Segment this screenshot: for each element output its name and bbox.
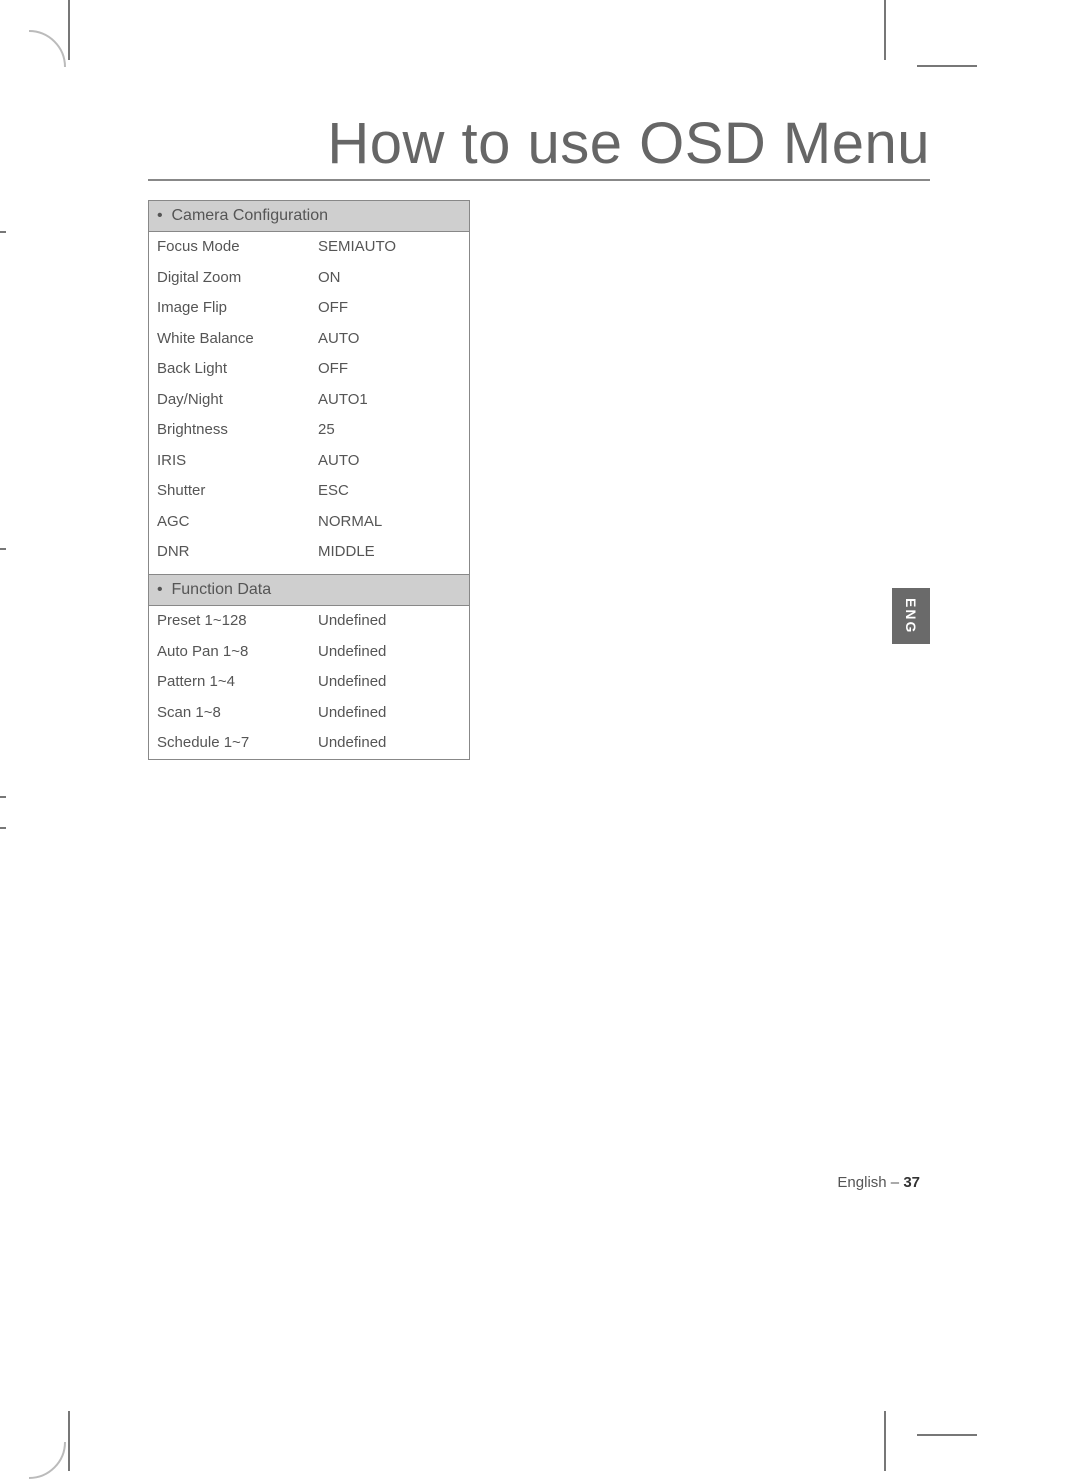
crop-mark <box>68 0 70 60</box>
row-key: Back Light <box>149 354 310 385</box>
table-row: Image FlipOFF <box>149 293 469 324</box>
table-row: White BalanceAUTO <box>149 324 469 355</box>
bullet-icon: • <box>157 581 172 598</box>
row-key: DNR <box>149 537 310 568</box>
crop-mark <box>0 796 6 798</box>
row-key: Scan 1~8 <box>149 698 310 729</box>
table-row: Brightness25 <box>149 415 469 446</box>
language-tab: ENG <box>892 588 930 644</box>
row-key: Auto Pan 1~8 <box>149 637 310 668</box>
row-key: Brightness <box>149 415 310 446</box>
page: How to use OSD Menu • Camera Configurati… <box>0 0 1080 1471</box>
table-row: Pattern 1~4Undefined <box>149 667 469 698</box>
row-key: Focus Mode <box>149 232 310 263</box>
row-value: OFF <box>310 293 469 324</box>
row-value: Undefined <box>310 698 469 729</box>
crop-arc <box>0 30 66 104</box>
row-value: SEMIAUTO <box>310 232 469 263</box>
page-title-rule: How to use OSD Menu <box>148 110 930 181</box>
row-value: Undefined <box>310 667 469 698</box>
bullet-icon: • <box>157 207 172 224</box>
table-header-text: Camera Configuration <box>172 207 329 224</box>
table-row: AGCNORMAL <box>149 507 469 538</box>
row-key: Pattern 1~4 <box>149 667 310 698</box>
crop-mark <box>68 1411 70 1471</box>
table-row: Focus ModeSEMIAUTO <box>149 232 469 263</box>
table-row: Preset 1~128Undefined <box>149 606 469 637</box>
row-value: MIDDLE <box>310 537 469 568</box>
table-row: ShutterESC <box>149 476 469 507</box>
row-value: AUTO <box>310 446 469 477</box>
row-value: Undefined <box>310 637 469 668</box>
row-key: Shutter <box>149 476 310 507</box>
row-key: IRIS <box>149 446 310 477</box>
footer-language: English <box>837 1174 886 1191</box>
table-header-text: Function Data <box>172 581 272 598</box>
row-value: Undefined <box>310 728 469 759</box>
table-header: • Camera Configuration <box>149 201 469 232</box>
crop-mark <box>0 231 6 233</box>
row-value: ON <box>310 263 469 294</box>
footer-page-number: 37 <box>903 1174 920 1191</box>
language-tab-text: ENG <box>903 598 919 634</box>
camera-config-table: • Camera Configuration Focus ModeSEMIAUT… <box>148 200 470 599</box>
row-key: Image Flip <box>149 293 310 324</box>
crop-mark <box>0 548 6 550</box>
row-key: White Balance <box>149 324 310 355</box>
crop-arc <box>0 1405 66 1479</box>
row-key: Digital Zoom <box>149 263 310 294</box>
row-key: Day/Night <box>149 385 310 416</box>
function-data-table: • Function Data Preset 1~128UndefinedAut… <box>148 574 470 760</box>
table-header: • Function Data <box>149 575 469 606</box>
table-row: Day/NightAUTO1 <box>149 385 469 416</box>
row-value: Undefined <box>310 606 469 637</box>
row-value: ESC <box>310 476 469 507</box>
table-row: Digital ZoomON <box>149 263 469 294</box>
table-row: Scan 1~8Undefined <box>149 698 469 729</box>
page-title: How to use OSD Menu <box>327 111 930 176</box>
page-footer: English – 37 <box>837 1174 920 1191</box>
row-value: 25 <box>310 415 469 446</box>
crop-mark <box>884 1411 886 1471</box>
row-value: AUTO <box>310 324 469 355</box>
crop-mark <box>917 1434 977 1436</box>
row-value: OFF <box>310 354 469 385</box>
crop-mark <box>0 827 6 829</box>
table-row: Schedule 1~7Undefined <box>149 728 469 759</box>
table-row: Auto Pan 1~8Undefined <box>149 637 469 668</box>
footer-sep: – <box>887 1174 904 1191</box>
row-value: AUTO1 <box>310 385 469 416</box>
table-row: DNRMIDDLE <box>149 537 469 568</box>
crop-mark <box>884 0 886 60</box>
table-row: Back LightOFF <box>149 354 469 385</box>
table-row: IRISAUTO <box>149 446 469 477</box>
row-key: Preset 1~128 <box>149 606 310 637</box>
row-value: NORMAL <box>310 507 469 538</box>
row-key: Schedule 1~7 <box>149 728 310 759</box>
crop-mark <box>917 65 977 67</box>
row-key: AGC <box>149 507 310 538</box>
